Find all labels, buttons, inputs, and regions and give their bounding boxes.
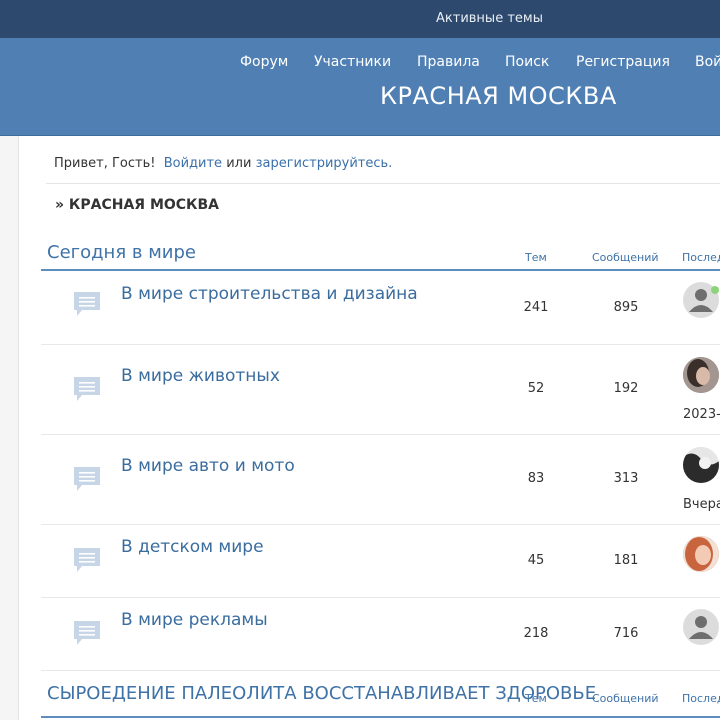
category-title[interactable]: Сегодня в мире <box>47 242 196 263</box>
nav-item-forum[interactable]: Форум <box>240 54 288 70</box>
user-avatar-photo[interactable] <box>683 357 719 393</box>
forum-posts-count: 313 <box>613 471 639 486</box>
active-topics-link[interactable]: Активные темы <box>436 11 543 26</box>
last-post-date: 2023- <box>683 407 720 422</box>
user-avatar-photo[interactable] <box>683 447 719 483</box>
nav-item-register[interactable]: Регистрация <box>576 54 670 70</box>
column-header-topics: Тем <box>525 692 547 705</box>
site-header: Форум Участники Правила Поиск Регистраци… <box>0 38 720 136</box>
forum-topics-count: 218 <box>523 626 549 641</box>
login-link[interactable]: Войдите <box>164 156 222 171</box>
forum-posts-count: 192 <box>613 381 639 396</box>
category-title[interactable]: СЫРОЕДЕНИЕ ПАЛЕОЛИТА ВОССТАНАВЛИВАЕТ ЗДО… <box>47 683 596 704</box>
column-header-topics: Тем <box>525 251 547 264</box>
column-header-posts: Сообщений <box>592 251 659 264</box>
main-nav: Форум Участники Правила Поиск Регистраци… <box>0 54 720 74</box>
forum-row: В мире строительства и дизайна 241 895 <box>41 271 720 345</box>
forum-topics-count: 52 <box>527 381 545 396</box>
forum-link[interactable]: В детском мире <box>121 537 264 557</box>
breadcrumb[interactable]: » КРАСНАЯ МОСКВА <box>55 197 219 213</box>
forum-topics-count: 83 <box>527 471 545 486</box>
column-header-posts: Сообщений <box>592 692 659 705</box>
divider <box>46 183 720 184</box>
forum-row: В мире авто и мото 83 313 Вчера <box>41 435 720 525</box>
forum-link[interactable]: В мире животных <box>121 366 280 386</box>
forum-link[interactable]: В мире авто и мото <box>121 456 295 476</box>
register-link[interactable]: зарегистрируйтесь. <box>256 156 393 171</box>
forum-chat-icon <box>74 467 100 491</box>
nav-item-members[interactable]: Участники <box>314 54 391 70</box>
forum-row: В мире животных 52 192 2023- <box>41 345 720 435</box>
nav-item-search[interactable]: Поиск <box>505 54 549 70</box>
default-avatar-icon[interactable] <box>683 609 719 645</box>
forum-link[interactable]: В мире строительства и дизайна <box>121 284 418 304</box>
forum-chat-icon <box>74 621 100 645</box>
column-header-last-post: Послед <box>682 251 720 264</box>
greeting-text: Привет, Гость! <box>54 156 156 171</box>
forum-chat-icon <box>74 377 100 401</box>
site-title[interactable]: КРАСНАЯ МОСКВА <box>380 82 617 110</box>
forum-topics-count: 241 <box>523 300 549 315</box>
forum-link[interactable]: В мире рекламы <box>121 610 268 630</box>
nav-item-login[interactable]: Вой <box>695 54 720 70</box>
greeting-or: или <box>226 156 252 171</box>
column-header-last-post: Послед <box>682 692 720 705</box>
forum-chat-icon <box>74 548 100 572</box>
forum-topics-count: 45 <box>527 553 545 568</box>
forum-posts-count: 181 <box>613 553 639 568</box>
forum-row: В детском мире 45 181 <box>41 525 720 598</box>
last-post-date: Вчера <box>683 497 720 512</box>
top-bar: Активные темы <box>0 0 720 38</box>
category-divider <box>41 716 720 718</box>
online-status-icon <box>711 286 719 294</box>
nav-item-rules[interactable]: Правила <box>417 54 480 70</box>
main-content: Привет, Гость! Войдите или зарегистрируй… <box>18 136 720 720</box>
forum-posts-count: 895 <box>613 300 639 315</box>
user-avatar-photo[interactable] <box>683 536 719 572</box>
guest-greeting: Привет, Гость! Войдите или зарегистрируй… <box>54 156 392 171</box>
forum-chat-icon <box>74 292 100 316</box>
forum-row: В мире рекламы 218 716 <box>41 598 720 671</box>
forum-posts-count: 716 <box>613 626 639 641</box>
